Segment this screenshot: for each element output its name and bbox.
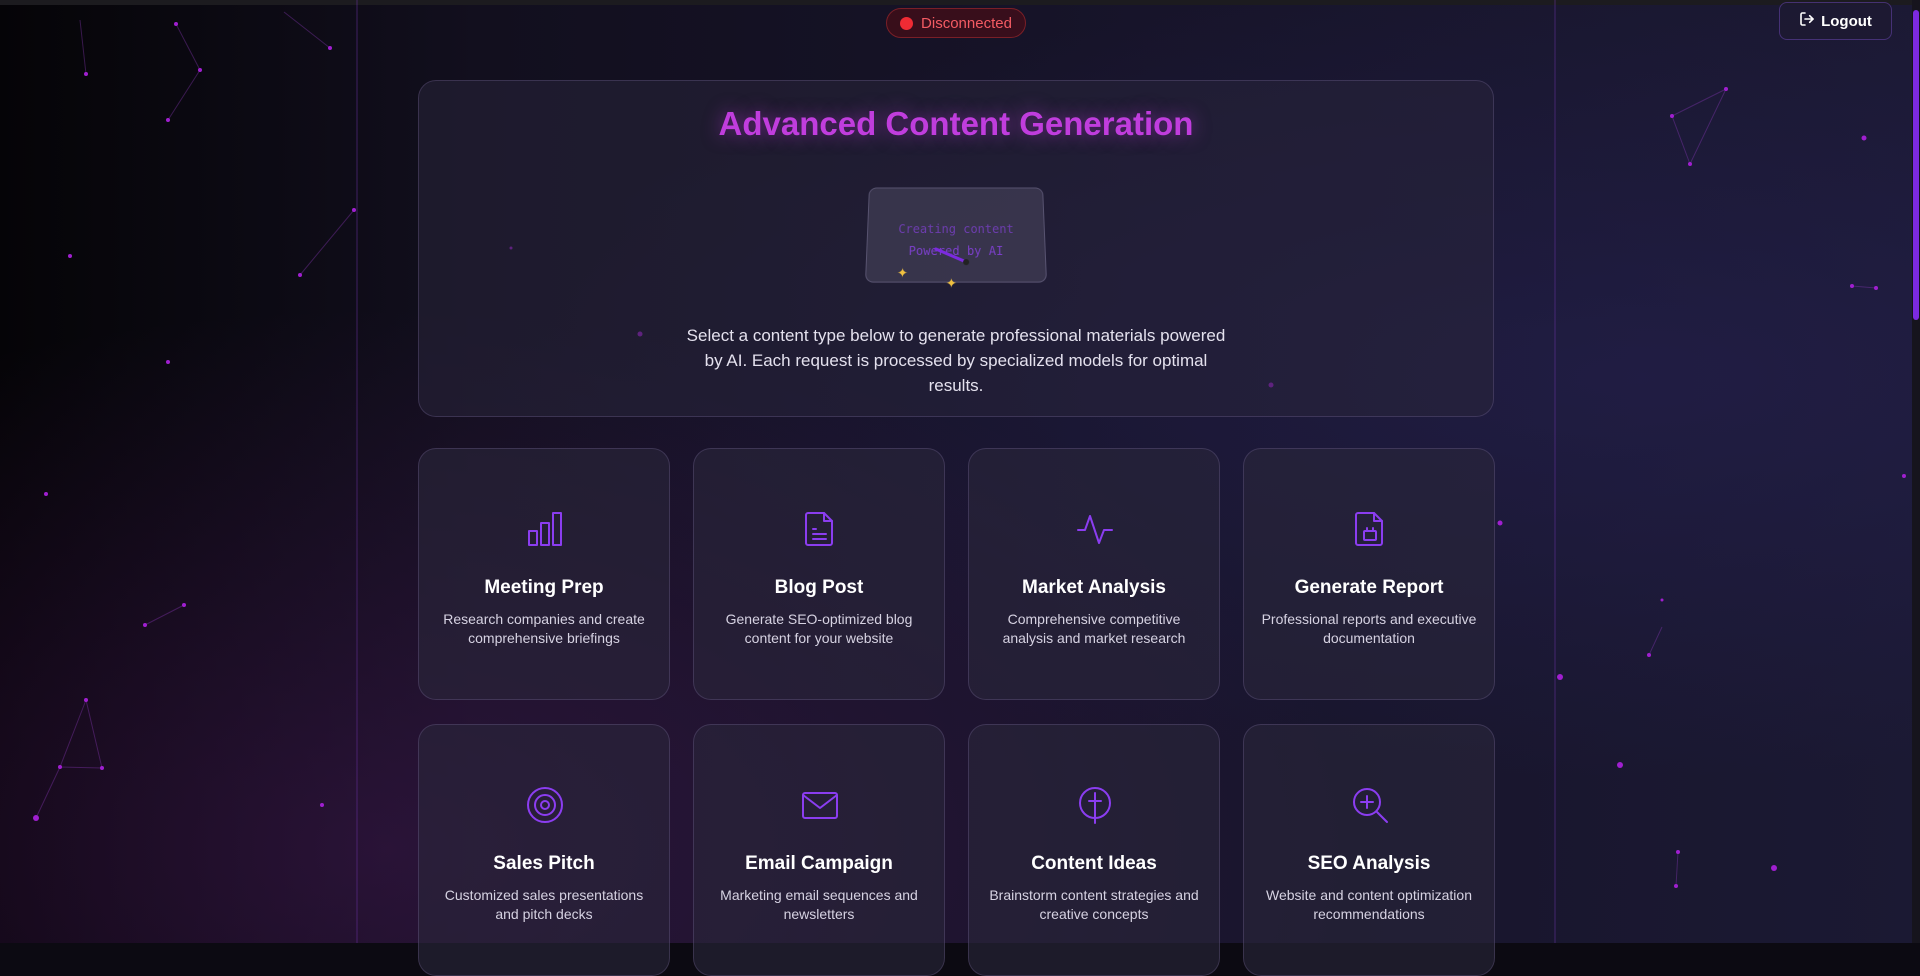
card-description: Brainstorm content strategies and creati… [989,887,1199,922]
target-icon [525,785,565,825]
logout-button[interactable]: Logout [1779,2,1892,40]
card-blog-post[interactable]: Blog Post Generate SEO-optimized blog co… [693,448,945,700]
scrollbar[interactable] [1912,0,1920,943]
logout-label: Logout [1821,12,1872,30]
hero-description: Select a content type below to generate … [686,326,1226,395]
pen-icon [934,247,975,267]
sparkle-icon: ✦ [945,275,957,291]
card-generate-report[interactable]: Generate Report Professional reports and… [1243,448,1495,700]
card-description: Comprehensive competitive analysis and m… [1002,611,1186,646]
card-seo-analysis[interactable]: SEO Analysis Website and content optimiz… [1243,724,1495,976]
card-description: Professional reports and executive docum… [1261,611,1477,646]
card-title: Generate Report [1294,577,1444,598]
card-description: Customized sales presentations and pitch… [444,887,644,922]
logout-icon [1799,11,1815,31]
card-title: Email Campaign [745,853,893,874]
search-plus-icon [1350,785,1390,825]
scrollbar-thumb[interactable] [1913,10,1919,320]
bar-chart-icon [525,509,565,549]
card-description: Website and content optimization recomme… [1266,887,1472,922]
card-title: SEO Analysis [1307,853,1431,874]
report-icon [1350,509,1390,549]
sparkle-icon: ✦ [896,265,909,281]
status-dot-icon [900,16,914,30]
laptop-illustration: Creating content Powered by AI ✦ ✦ [864,187,1048,291]
card-meeting-prep[interactable]: Meeting Prep Research companies and crea… [418,448,670,700]
page-title: Advanced Content Generation [718,105,1194,142]
hero-panel: Advanced Content Generation Creating con… [418,80,1494,417]
card-content-ideas[interactable]: Content Ideas Brainstorm content strateg… [968,724,1220,976]
laptop-text-creating: Creating content [898,222,1014,236]
card-email-campaign[interactable]: Email Campaign Marketing email sequences… [693,724,945,976]
card-title: Blog Post [774,577,864,598]
connection-status-label: Disconnected [921,14,1012,32]
connection-status-badge: Disconnected [886,8,1026,38]
lightbulb-icon [1075,785,1115,825]
card-title: Content Ideas [1031,853,1157,874]
card-description: Research companies and create comprehens… [443,611,645,646]
pulse-icon [1075,509,1115,549]
mail-icon [800,785,840,825]
card-market-analysis[interactable]: Market Analysis Comprehensive competitiv… [968,448,1220,700]
card-title: Meeting Prep [484,577,604,598]
card-title: Sales Pitch [493,853,595,874]
card-title: Market Analysis [1022,577,1166,598]
card-description: Marketing email sequences and newsletter… [720,887,918,922]
card-sales-pitch[interactable]: Sales Pitch Customized sales presentatio… [418,724,670,976]
document-icon [800,509,840,549]
card-description: Generate SEO-optimized blog content for … [725,611,913,646]
